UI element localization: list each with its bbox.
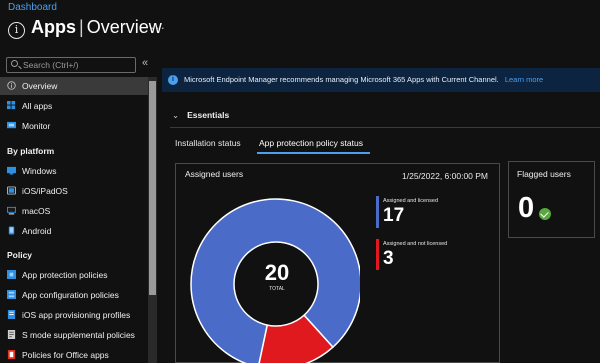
scrollbar-thumb[interactable] <box>149 81 156 295</box>
sidebar-item-label: macOS <box>22 206 51 216</box>
sidebar-item-ios-ipados[interactable]: iOS/iPadOS <box>0 182 148 200</box>
learn-more-link[interactable]: Learn more <box>505 75 543 84</box>
essentials-toggle[interactable]: ⌄ Essentials <box>172 110 229 121</box>
profile-icon <box>7 310 16 319</box>
search-input[interactable]: Search (Ctrl+/) <box>6 57 136 73</box>
active-tab-indicator <box>257 152 370 154</box>
page-title: Apps | Overview <box>31 17 162 38</box>
mac-icon <box>7 206 16 215</box>
flagged-users-count: 0 <box>518 192 535 224</box>
sidebar-item-android[interactable]: Android <box>0 222 148 240</box>
section-policy: Policy <box>7 250 33 260</box>
sidebar-item-overview[interactable]: Overview <box>0 77 148 95</box>
sidebar-item-label: All apps <box>22 101 53 111</box>
info-banner: i Microsoft Endpoint Manager recommends … <box>162 68 600 92</box>
apple-device-icon <box>7 186 16 195</box>
sidebar-item-label: iOS/iPadOS <box>22 186 68 196</box>
monitor-icon <box>7 121 16 129</box>
tab-app-protection-policy-status[interactable]: App protection policy status <box>259 138 363 148</box>
page-title-main: Apps <box>31 17 76 37</box>
essentials-label: Essentials <box>187 110 230 120</box>
sidebar-nav: Overview All apps Monitor By platform Wi… <box>0 77 148 363</box>
legend-label-licensed: Assigned and licensed <box>383 198 439 204</box>
search-icon <box>11 60 18 67</box>
config-icon <box>7 290 16 299</box>
banner-text: Microsoft Endpoint Manager recommends ma… <box>184 75 499 84</box>
legend-value-licensed: 17 <box>383 205 405 226</box>
assigned-users-title: Assigned users <box>185 169 244 179</box>
windows-icon <box>7 166 16 175</box>
donut-total-label: TOTAL <box>269 286 285 292</box>
legend-swatch-not-licensed <box>376 239 379 270</box>
sidebar-item-monitor[interactable]: Monitor <box>0 117 148 135</box>
sidebar-item-label: App protection policies <box>22 270 108 280</box>
sidebar-scrollbar[interactable] <box>148 77 157 363</box>
check-icon <box>539 208 551 220</box>
sidebar-item-all-apps[interactable]: All apps <box>0 97 148 115</box>
sidebar-item-s-mode-supplemental-policies[interactable]: S mode supplemental policies <box>0 326 148 344</box>
info-icon <box>7 81 16 90</box>
search-placeholder: Search (Ctrl+/) <box>23 60 79 70</box>
sidebar-item-label: App configuration policies <box>22 290 119 300</box>
policy-icon <box>7 330 16 339</box>
sidebar-item-app-protection-policies[interactable]: App protection policies <box>0 266 148 284</box>
section-by-platform: By platform <box>7 146 55 156</box>
sidebar-item-label: iOS app provisioning profiles <box>22 310 131 320</box>
sidebar-item-macos[interactable]: macOS <box>0 202 148 220</box>
sidebar-item-label: S mode supplemental policies <box>22 330 135 340</box>
collapse-sidebar-icon[interactable]: « <box>142 57 148 69</box>
sidebar-item-windows[interactable]: Windows <box>0 162 148 180</box>
sidebar-item-label: Windows <box>22 166 57 176</box>
title-separator: | <box>79 17 84 37</box>
tab-installation-status[interactable]: Installation status <box>175 138 241 148</box>
shield-icon <box>7 270 16 279</box>
info-icon: i <box>8 22 25 39</box>
sidebar-item-ios-app-provisioning-profiles[interactable]: iOS app provisioning profiles <box>0 306 148 324</box>
legend-value-not-licensed: 3 <box>383 248 394 269</box>
chevron-down-icon: ⌄ <box>172 110 180 120</box>
legend-swatch-licensed <box>376 196 379 228</box>
info-icon: i <box>168 75 178 85</box>
more-options-icon[interactable]: ··· <box>150 20 166 35</box>
breadcrumb[interactable]: Dashboard <box>8 2 57 13</box>
grid-icon <box>7 101 16 110</box>
sidebar-item-label: Overview <box>22 81 58 91</box>
donut-total-value: 20 <box>264 260 290 285</box>
sidebar-item-app-configuration-policies[interactable]: App configuration policies <box>0 286 148 304</box>
divider <box>170 127 600 128</box>
legend-label-not-licensed: Assigned and not licensed <box>383 241 448 247</box>
sidebar-item-label: Monitor <box>22 121 51 131</box>
sidebar-item-label: Policies for Office apps <box>22 350 109 360</box>
report-date: 1/25/2022, 6:00:00 PM <box>402 171 489 181</box>
office-icon <box>7 350 16 359</box>
sidebar-item-label: Android <box>22 226 52 236</box>
android-icon <box>8 226 15 235</box>
sidebar-item-policies-for-office-apps[interactable]: Policies for Office apps <box>0 346 148 363</box>
flagged-users-title: Flagged users <box>517 169 571 179</box>
